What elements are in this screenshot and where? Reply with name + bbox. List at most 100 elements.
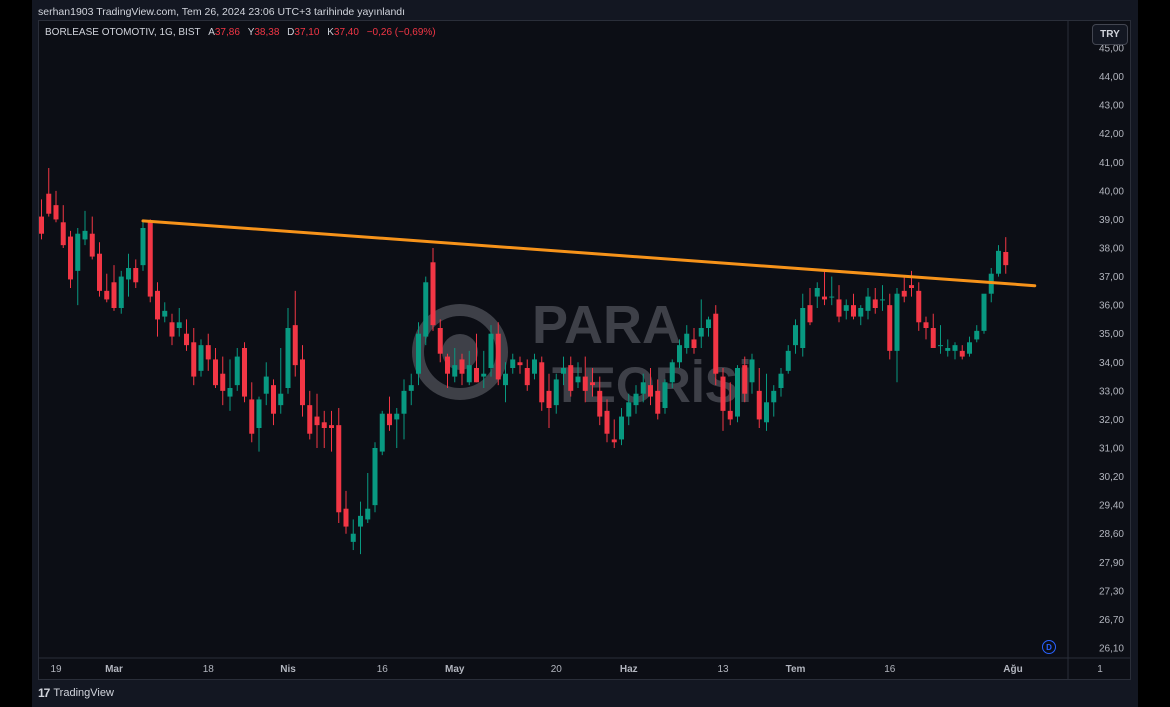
candle (785, 345, 791, 374)
symbol-title[interactable]: BORLEASE OTOMOTIV, 1G, BIST (45, 27, 200, 38)
candle-body (205, 345, 211, 360)
candle (184, 319, 189, 351)
candle (350, 519, 356, 551)
candle (756, 368, 762, 428)
candle-body (539, 362, 545, 403)
candle-body (749, 359, 755, 383)
candle-body (778, 373, 784, 388)
candle-body (452, 365, 458, 377)
candle-body (343, 508, 349, 527)
candle (923, 316, 929, 340)
candle-body (488, 333, 494, 368)
y-tick-label: 28,60 (1099, 529, 1124, 540)
candle (75, 228, 81, 306)
candles-layer (39, 168, 1009, 555)
x-tick-label: 1 (1097, 664, 1103, 675)
x-tick-label: Nis (280, 664, 296, 675)
candle (611, 419, 617, 448)
x-tick-label: 18 (203, 664, 215, 675)
y-tick-label: 27,90 (1099, 558, 1124, 569)
candle (771, 385, 777, 417)
candle-body (655, 390, 661, 414)
currency-button[interactable]: TRY (1092, 24, 1128, 45)
candle-body (89, 233, 95, 257)
candle-body (756, 390, 762, 420)
candle-body (648, 385, 653, 397)
candle-body (582, 376, 588, 391)
candle-body (510, 359, 516, 368)
candle (118, 270, 124, 314)
candle-body (880, 299, 885, 301)
candle-body (1003, 252, 1009, 266)
candle (358, 501, 363, 555)
candle (764, 373, 769, 431)
candle (836, 285, 842, 323)
x-tick-label: Haz (620, 664, 638, 675)
candle (365, 473, 371, 523)
candle-body (901, 290, 907, 297)
candle (140, 222, 146, 271)
candle-body (553, 379, 559, 406)
candle (46, 168, 52, 217)
candle-body (633, 393, 639, 406)
candle-body (474, 368, 479, 383)
candle (720, 368, 726, 431)
y-axis[interactable]: 45,00 44,00 43,00 42,00 41,00 40,00 39,00 38,00… (1099, 44, 1124, 655)
candle-body (53, 205, 59, 220)
candle (213, 348, 218, 388)
candle-body (996, 250, 1001, 274)
candle (198, 339, 204, 377)
candle-body (742, 365, 748, 394)
candle (691, 328, 697, 354)
candle (829, 276, 835, 306)
candle-body (851, 305, 856, 317)
candle (800, 293, 806, 357)
candle (39, 199, 44, 240)
candle-body (532, 359, 537, 374)
candle-body (568, 365, 574, 391)
candle-body (191, 342, 197, 377)
y-tick-label: 43,00 (1099, 101, 1124, 112)
candle (445, 353, 450, 388)
candle-body (162, 310, 168, 317)
candle (996, 245, 1001, 277)
candle-body (220, 373, 226, 391)
x-axis[interactable]: 19 Mar 18 Nis 16 May 20 Haz 13 Tem 16 Ağu 1 (50, 664, 1103, 675)
candle-body (314, 416, 320, 426)
candle (843, 299, 849, 320)
watermark-line1: PARA (532, 295, 681, 355)
candle-body (292, 325, 298, 366)
candle-body (865, 296, 871, 311)
candle (510, 353, 516, 374)
candle (227, 359, 233, 411)
candle-body (133, 268, 139, 283)
candle-body (887, 305, 893, 351)
tradingview-logo[interactable]: 17 TradingView (38, 686, 114, 700)
y-tick-label: 44,00 (1099, 72, 1124, 83)
candle (249, 382, 255, 443)
candle-body (466, 365, 472, 383)
y-tick-label: 37,00 (1099, 272, 1124, 283)
trendline[interactable] (141, 219, 1037, 288)
candle-body (691, 339, 697, 348)
candle (988, 268, 994, 303)
candle-body (836, 299, 842, 317)
candle (162, 302, 168, 323)
candle (619, 408, 624, 446)
candle-body (350, 533, 356, 542)
candle (401, 379, 407, 440)
candle (155, 282, 160, 337)
candle (234, 348, 240, 391)
dividend-badge[interactable]: D (1042, 640, 1056, 654)
candle-body (807, 305, 813, 323)
candle (901, 276, 907, 303)
candle-body (278, 393, 284, 406)
candle-body (249, 399, 255, 434)
candle-body (959, 350, 965, 357)
candle (706, 316, 711, 337)
candle-body (300, 359, 305, 406)
candle-body (822, 296, 827, 300)
candle (807, 288, 813, 326)
candle-body (684, 333, 690, 348)
candle-body (713, 313, 719, 374)
